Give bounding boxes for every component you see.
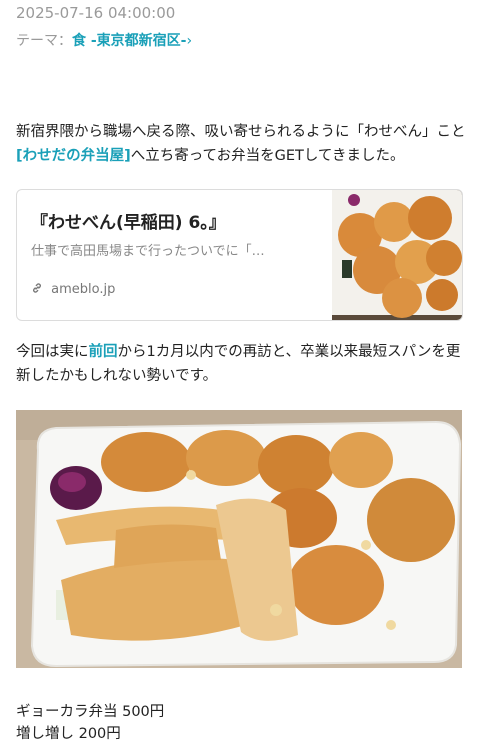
paragraph-text: 新宿界隈から職場へ戻る際、吸い寄せられるように「わせべん」こと — [16, 124, 466, 140]
menu-line-2: 増し増し 200円 — [16, 726, 121, 742]
post-theme: テーマ：食 -東京都新宿区-› — [16, 30, 192, 50]
body-paragraph-2: 今回は実に前回から1カ月以内での再訪と、卒業以来最短スパンを更新したかもしれない… — [16, 340, 466, 388]
link-card-title[interactable]: 『わせべん(早稲田) 6。』 — [31, 208, 226, 233]
link-card-domain: ameblo.jp — [31, 282, 115, 297]
paragraph-text: 今回は実に — [16, 344, 89, 360]
menu-line-1: ギョーカラ弁当 500円 — [16, 704, 165, 720]
link-card[interactable]: 『わせべん(早稲田) 6。』 仕事で高田馬場まで行ったついでに「… ameblo… — [16, 189, 463, 321]
paragraph-text: へ立ち寄ってお弁当をGETしてきました。 — [130, 148, 405, 164]
chevron-right-icon[interactable]: › — [187, 33, 193, 49]
domain-text: ameblo.jp — [51, 282, 116, 297]
theme-label: テーマ： — [16, 33, 72, 49]
bento-photo[interactable] — [16, 410, 462, 668]
link-card-thumbnail[interactable] — [332, 190, 462, 320]
link-icon — [31, 282, 47, 297]
body-paragraph-1: 新宿界隈から職場へ戻る際、吸い寄せられるように「わせべん」こと [わせだの弁当屋]… — [16, 120, 466, 168]
post-date: 2025-07-16 04:00:00 — [16, 4, 176, 22]
link-card-description: 仕事で高田馬場まで行ったついでに「… — [31, 244, 265, 259]
shop-link[interactable]: [わせだの弁当屋] — [16, 148, 131, 164]
previous-post-link[interactable]: 前回 — [89, 344, 118, 360]
theme-link[interactable]: 食 -東京都新宿区- — [72, 33, 187, 49]
